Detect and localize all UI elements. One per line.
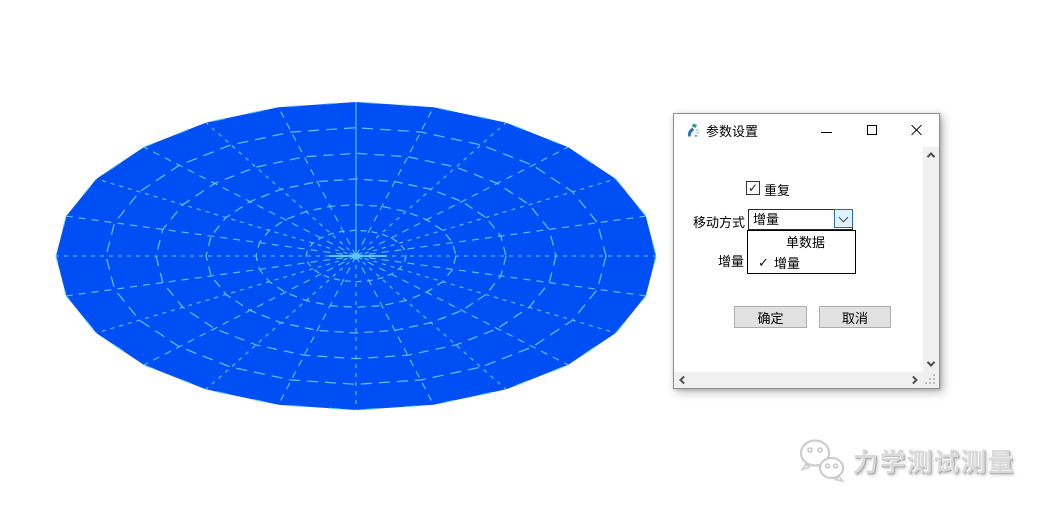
item-label: 增量	[774, 253, 800, 272]
combobox-value: 增量	[749, 210, 834, 229]
minimize-button[interactable]	[804, 114, 849, 146]
maximize-button[interactable]	[849, 114, 894, 146]
chevron-up-icon	[927, 152, 935, 160]
scroll-left-button[interactable]	[674, 372, 690, 388]
chevron-left-icon	[679, 376, 687, 384]
watermark: 力学测试测量	[797, 437, 1015, 485]
move-mode-combobox[interactable]: 增量	[748, 209, 853, 230]
watermark-text: 力学测试测量	[853, 443, 1015, 479]
horizontal-scrollbar[interactable]	[674, 372, 923, 388]
dialog-titlebar[interactable]: 参数设置	[674, 114, 939, 146]
scroll-right-button[interactable]	[907, 372, 923, 388]
checkmark-icon: ✓	[748, 182, 758, 194]
chevron-down-icon	[927, 358, 935, 366]
dialog-title: 参数设置	[706, 121, 758, 140]
dropdown-item-single-data[interactable]: 单数据	[748, 231, 855, 252]
parameter-settings-dialog: 参数设置 ✓ 重复 移动方式 增量	[673, 113, 940, 389]
move-mode-label: 移动方式	[693, 212, 745, 231]
move-mode-dropdown-list: 单数据 ✓ 增量	[747, 230, 856, 274]
chevron-right-icon	[909, 376, 917, 384]
app-logo-icon	[684, 122, 700, 138]
wechat-icon	[797, 437, 847, 485]
scroll-down-button[interactable]	[923, 356, 939, 372]
vertical-scrollbar[interactable]	[923, 147, 939, 372]
close-button[interactable]	[894, 114, 939, 146]
ok-button[interactable]: 确定	[734, 306, 807, 328]
item-checkmark: ✓	[758, 255, 774, 271]
repeat-label: 重复	[764, 180, 790, 199]
scroll-up-button[interactable]	[923, 147, 939, 163]
item-label: 单数据	[786, 232, 825, 251]
increment-label: 增量	[718, 251, 744, 270]
minimize-icon	[821, 132, 832, 133]
repeat-checkbox[interactable]: ✓	[746, 181, 760, 195]
app-background: 参数设置 ✓ 重复 移动方式 增量	[0, 0, 1038, 509]
disk-mesh-canvas[interactable]	[0, 0, 720, 460]
cancel-button[interactable]: 取消	[819, 306, 891, 328]
maximize-icon	[867, 125, 877, 135]
combobox-dropdown-button[interactable]	[834, 209, 853, 228]
resize-grip[interactable]	[923, 372, 939, 388]
chevron-down-icon	[839, 212, 849, 222]
dialog-client-area: ✓ 重复 移动方式 增量 单数据 ✓ 增量 增量	[674, 146, 939, 388]
dropdown-item-increment[interactable]: ✓ 增量	[748, 252, 855, 273]
close-icon	[911, 124, 923, 136]
